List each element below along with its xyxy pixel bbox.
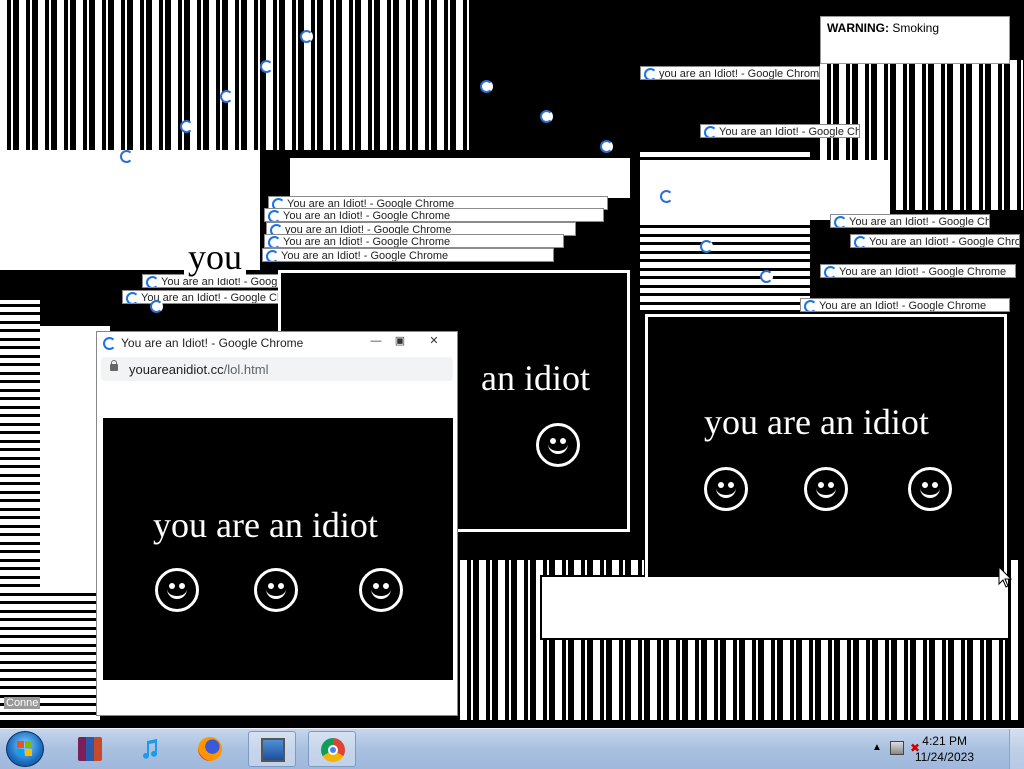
bg-message: you are an idiot	[704, 402, 929, 442]
connection-text: Conne	[4, 697, 41, 709]
system-tray: ▲ ✖ 4:21 PM 11/24/2023	[864, 729, 1024, 769]
idiot-message: you are an idiot	[153, 505, 378, 545]
chrome-popup-window[interactable]: You are an Idiot! - Google Chrome — ▣ ✕ …	[96, 331, 458, 716]
trail-titlebar: You are an Idiot! - Google Chrome	[262, 248, 554, 262]
clock-date[interactable]: 11/24/2023	[915, 750, 974, 764]
loading-icon	[660, 190, 673, 203]
address-bar[interactable]: youareanidiot.cc/lol.html	[101, 357, 453, 381]
url-path: /lol.html	[223, 362, 269, 377]
glitch-stripes	[0, 0, 470, 150]
close-button[interactable]: ✕	[427, 335, 441, 347]
window-title: You are an Idiot! - Google Chrome	[121, 336, 304, 350]
start-button[interactable]	[6, 731, 44, 767]
loading-icon	[120, 150, 133, 163]
chrome-icon	[321, 738, 345, 762]
mouse-cursor-icon	[998, 566, 1013, 588]
loading-icon	[150, 300, 163, 313]
trail-titlebar: You are an Idiot! - Google Chrome	[820, 264, 1016, 278]
bg-text-fragment: you	[184, 236, 246, 278]
trail-titlebar: you are an Idiot! - Google Chrome	[640, 66, 820, 80]
bg-message: an idiot	[481, 358, 590, 398]
network-icon[interactable]	[890, 741, 904, 755]
show-desktop-button[interactable]	[1009, 729, 1024, 769]
loading-icon	[600, 140, 613, 153]
page-content: you are an idiot	[103, 418, 453, 680]
loading-icon	[760, 270, 773, 283]
warning-label: WARNING:	[827, 21, 889, 35]
loading-icon	[700, 240, 713, 253]
remote-desktop-icon	[261, 738, 285, 762]
trail-titlebar: You are an Idiot! - Google Chrome	[850, 234, 1020, 248]
firefox-icon	[198, 737, 222, 761]
trail-titlebar: You are an Idiot! - Google Chrome	[264, 234, 564, 248]
loading-icon	[540, 110, 553, 123]
smiley-icon	[804, 467, 848, 511]
loading-icon	[300, 30, 313, 43]
trail-titlebar: You are an Idiot! - Google Chrome	[830, 214, 990, 228]
show-hidden-icons-icon[interactable]: ▲	[872, 741, 886, 755]
smiley-icon	[704, 467, 748, 511]
loading-icon	[260, 60, 273, 73]
bg-window-fragment	[290, 158, 630, 198]
clock-time[interactable]: 4:21 PM	[922, 734, 967, 748]
trail-titlebar: You are an Idiot! - Google Chrome	[800, 298, 1010, 312]
itunes-icon	[143, 739, 157, 759]
trail-titlebar: You are an Idiot! - Google Chrome	[264, 208, 604, 222]
warning-text: Smoking	[892, 21, 940, 35]
taskbar-remote-desktop[interactable]	[248, 731, 296, 767]
glitch-stripes	[40, 590, 100, 720]
taskbar-itunes[interactable]	[126, 731, 174, 767]
loading-icon	[220, 90, 233, 103]
bg-window-fragment	[640, 160, 890, 220]
maximize-button[interactable]: ▣	[393, 335, 407, 347]
smiley-icon	[155, 568, 199, 612]
warning-banner: WARNING: Smoking	[820, 16, 1010, 64]
taskbar: ▲ ✖ 4:21 PM 11/24/2023	[0, 728, 1024, 769]
taskbar-firefox[interactable]	[186, 731, 234, 767]
winrar-icon	[78, 737, 102, 761]
smiley-icon	[359, 568, 403, 612]
window-titlebar[interactable]: You are an Idiot! - Google Chrome — ▣ ✕	[97, 332, 457, 354]
loading-icon	[180, 120, 193, 133]
lock-icon	[110, 360, 118, 371]
smiley-icon	[908, 467, 952, 511]
minimize-button[interactable]: —	[369, 335, 383, 347]
windows-logo-icon	[17, 741, 33, 757]
taskbar-chrome[interactable]	[308, 731, 356, 767]
loading-icon	[103, 337, 116, 350]
url-text[interactable]: youareanidiot.cc/lol.html	[129, 362, 268, 377]
taskbar-winrar[interactable]	[66, 731, 114, 767]
bg-window-right: you are an idiot	[645, 314, 1007, 580]
loading-icon	[480, 80, 493, 93]
smiley-icon	[254, 568, 298, 612]
trail-titlebar: You are an Idiot! - Google Chrome	[122, 290, 282, 304]
glitch-stripes	[0, 300, 40, 720]
smiley-icon	[536, 423, 580, 467]
bg-window-fragment	[540, 575, 1010, 640]
url-domain: youareanidiot.cc	[129, 362, 224, 377]
trail-titlebar: You are an Idiot! - Google Chrome	[700, 124, 860, 138]
